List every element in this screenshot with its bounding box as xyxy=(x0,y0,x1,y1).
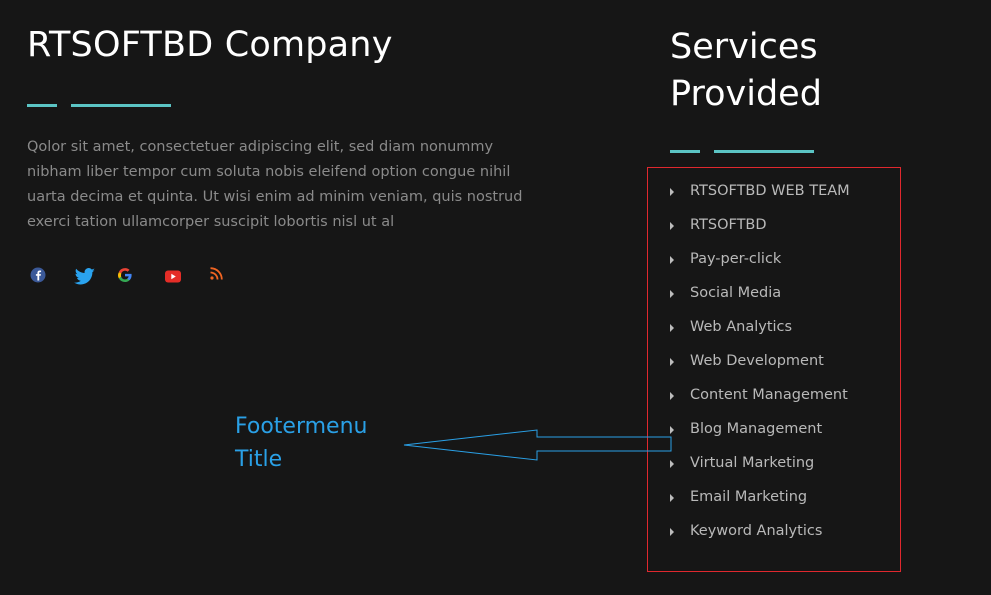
menu-item-label: RTSOFTBD WEB TEAM xyxy=(690,183,850,199)
menu-item-email-marketing[interactable]: Email Marketing xyxy=(670,486,850,520)
menu-item-web-analytics[interactable]: Web Analytics xyxy=(670,316,850,350)
annotation-label: Footermenu Title xyxy=(235,414,368,472)
caret-right-icon xyxy=(670,494,674,502)
menu-item-label: Social Media xyxy=(690,285,782,301)
twitter-icon[interactable] xyxy=(74,268,96,286)
caret-right-icon xyxy=(670,528,674,536)
caret-right-icon xyxy=(670,358,674,366)
caret-right-icon xyxy=(670,324,674,332)
menu-item-label: Web Analytics xyxy=(690,319,793,335)
caret-right-icon xyxy=(670,290,674,298)
services-divider-short xyxy=(670,150,700,153)
services-divider-long xyxy=(714,150,814,153)
menu-item-label: Virtual Marketing xyxy=(690,455,815,471)
menu-item-blog-management[interactable]: Blog Management xyxy=(670,418,850,452)
company-divider-long xyxy=(71,104,171,107)
caret-right-icon xyxy=(670,392,674,400)
menu-item-label: Email Marketing xyxy=(690,489,808,505)
menu-item-rtsoftbd[interactable]: RTSOFTBD xyxy=(670,214,850,248)
caret-right-icon xyxy=(670,188,674,196)
menu-item-keyword-analytics[interactable]: Keyword Analytics xyxy=(670,520,850,554)
menu-item-rtsoftbd-web-team[interactable]: RTSOFTBD WEB TEAM xyxy=(670,180,850,214)
menu-item-label: RTSOFTBD xyxy=(690,217,767,233)
menu-item-content-management[interactable]: Content Management xyxy=(670,384,850,418)
rss-icon[interactable] xyxy=(210,267,223,280)
menu-item-label: Blog Management xyxy=(690,421,823,437)
menu-item-pay-per-click[interactable]: Pay-per-click xyxy=(670,248,850,282)
company-divider-short xyxy=(27,104,57,107)
menu-item-virtual-marketing[interactable]: Virtual Marketing xyxy=(670,452,850,486)
footer-menu-highlight-box: RTSOFTBD WEB TEAM RTSOFTBD Pay-per-click… xyxy=(647,167,901,572)
annotation-arrow-icon xyxy=(403,429,672,461)
caret-right-icon xyxy=(670,222,674,230)
menu-item-label: Content Management xyxy=(690,387,848,403)
menu-item-social-media[interactable]: Social Media xyxy=(670,282,850,316)
menu-item-label: Web Development xyxy=(690,353,824,369)
google-icon[interactable] xyxy=(118,268,132,282)
menu-item-web-development[interactable]: Web Development xyxy=(670,350,850,384)
services-title: Services Provided xyxy=(670,27,822,114)
company-description: Qolor sit amet, consectetuer adipiscing … xyxy=(27,139,523,230)
menu-item-label: Keyword Analytics xyxy=(690,523,823,539)
facebook-icon[interactable] xyxy=(29,266,47,284)
company-title: RTSOFTBD Company xyxy=(27,25,393,65)
youtube-icon[interactable] xyxy=(165,270,181,283)
caret-right-icon xyxy=(670,256,674,264)
menu-item-label: Pay-per-click xyxy=(690,251,782,267)
footer-menu: RTSOFTBD WEB TEAM RTSOFTBD Pay-per-click… xyxy=(670,180,850,554)
